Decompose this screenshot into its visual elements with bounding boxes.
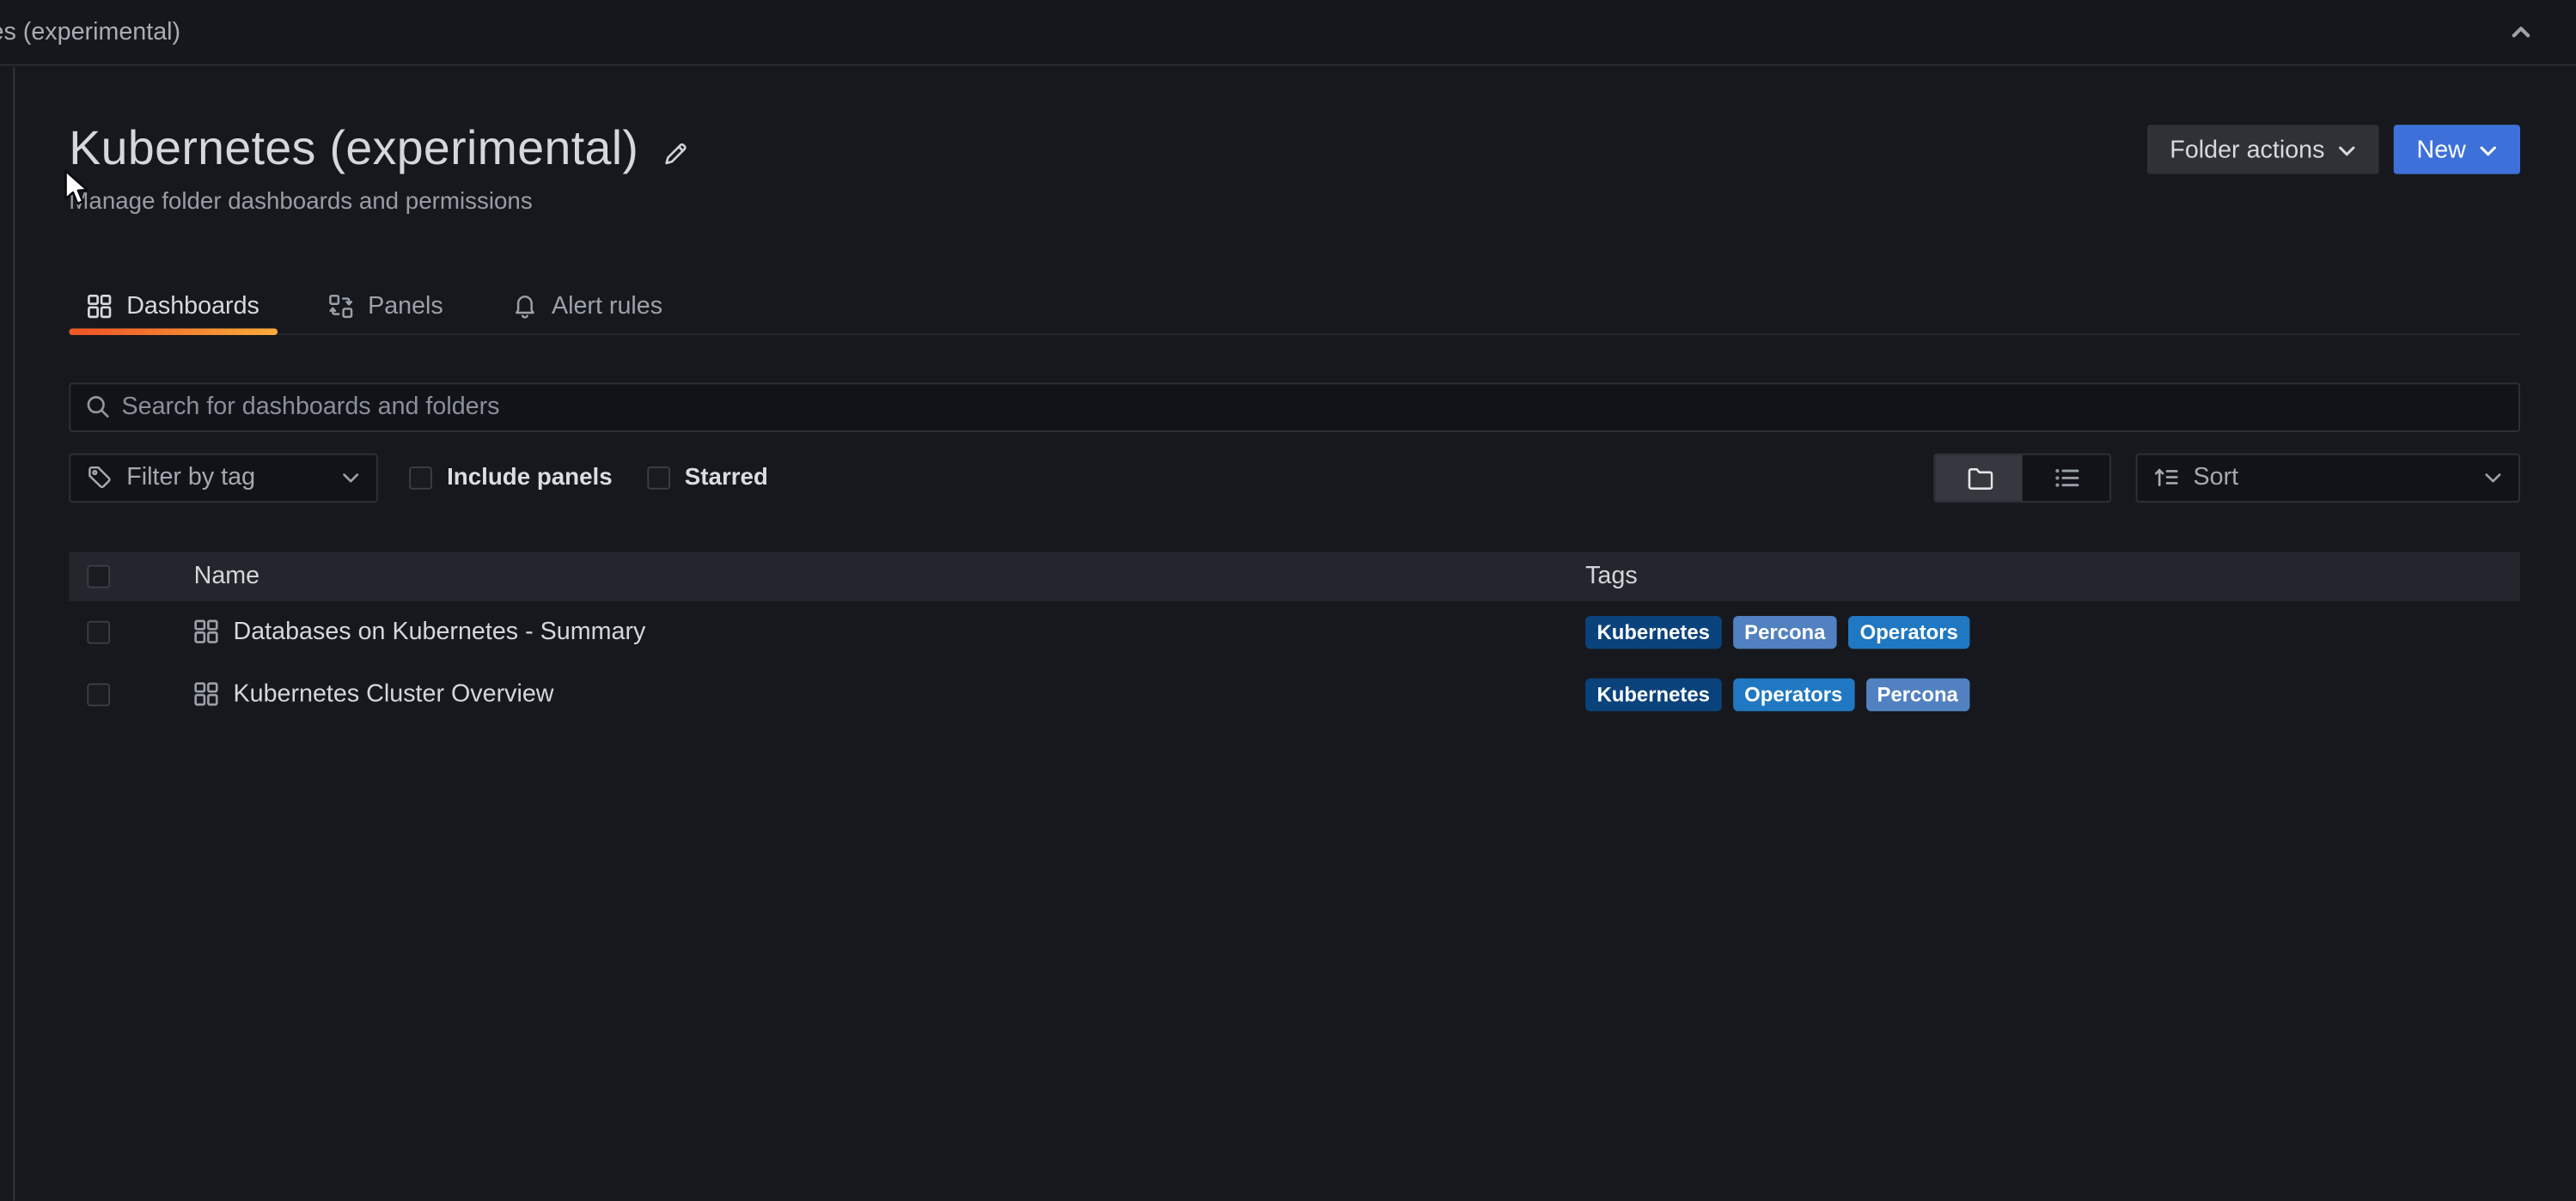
sort-icon <box>2154 466 2179 491</box>
tag-badge[interactable]: Operators <box>1848 616 1969 649</box>
breadcrumb[interactable]: es (experimental) <box>0 18 191 46</box>
tag-icon <box>87 466 112 491</box>
starred-option: Starred <box>647 465 768 491</box>
dashboard-name-link[interactable]: Kubernetes Cluster Overview <box>234 680 554 709</box>
grafana-folder-page: es (experimental) Kubernetes (experiment… <box>0 0 2576 1201</box>
tab-dashboards[interactable]: Dashboards <box>69 279 278 333</box>
tab-alert-rules-label: Alert rules <box>552 292 662 320</box>
top-bar: es (experimental) <box>0 0 2576 65</box>
tag-badge[interactable]: Operators <box>1733 678 1854 710</box>
pane-divider <box>13 67 15 1200</box>
folder-view-button[interactable] <box>1935 454 2022 501</box>
dashboard-icon <box>194 682 219 707</box>
breadcrumb-label: es (experimental) <box>0 18 180 46</box>
tab-panels-label: Panels <box>368 292 443 320</box>
tag-badge[interactable]: Percona <box>1733 616 1837 649</box>
include-panels-checkbox[interactable] <box>409 466 432 490</box>
chevron-down-icon <box>2338 143 2356 156</box>
sort-select[interactable]: Sort <box>2136 454 2520 503</box>
chevron-down-icon <box>2479 143 2497 156</box>
page-subtitle: Manage folder dashboards and permissions <box>69 189 689 216</box>
tag-filter-label: Filter by tag <box>126 464 255 492</box>
main-content: Kubernetes (experimental) Manage folder … <box>69 65 2520 725</box>
row-checkbox[interactable] <box>87 683 110 706</box>
table-header-row: Name Tags <box>69 552 2520 600</box>
search-input[interactable] <box>121 393 2503 422</box>
new-button[interactable]: New <box>2394 125 2520 174</box>
view-controls: Sort <box>1933 454 2520 503</box>
tab-bar: Dashboards Panels <box>69 279 2520 335</box>
tag-badge[interactable]: Kubernetes <box>1585 678 1721 710</box>
starred-label: Starred <box>685 465 768 491</box>
chevron-down-icon <box>2484 472 2502 485</box>
list-icon <box>2053 465 2079 491</box>
select-all-checkbox[interactable] <box>87 565 110 588</box>
folder-actions-label: Folder actions <box>2170 136 2324 164</box>
include-panels-option: Include panels <box>409 465 613 491</box>
active-tab-underline <box>69 328 278 335</box>
tab-alert-rules[interactable]: Alert rules <box>494 279 681 333</box>
apps-icon <box>87 294 112 319</box>
filter-row: Filter by tag Include panels Starred <box>69 454 2520 503</box>
tab-panels[interactable]: Panels <box>310 279 461 333</box>
page-title: Kubernetes (experimental) <box>69 125 638 177</box>
table-row[interactable]: Databases on Kubernetes - Summary Kubern… <box>69 601 2520 664</box>
tag-filter-select[interactable]: Filter by tag <box>69 454 377 503</box>
column-header-tags: Tags <box>1585 563 1638 591</box>
search-icon <box>85 395 110 420</box>
dashboard-name-link[interactable]: Databases on Kubernetes - Summary <box>234 619 646 647</box>
chevron-up-icon[interactable] <box>2509 20 2534 45</box>
search-box <box>69 382 2520 431</box>
folder-icon <box>1966 465 1993 491</box>
starred-checkbox[interactable] <box>647 466 670 490</box>
folder-actions-button[interactable]: Folder actions <box>2147 125 2379 174</box>
table-row[interactable]: Kubernetes Cluster Overview Kubernetes O… <box>69 663 2520 726</box>
tab-dashboards-label: Dashboards <box>126 292 259 320</box>
layout-toggle <box>1933 454 2110 503</box>
page-header: Kubernetes (experimental) Manage folder … <box>69 125 2520 215</box>
dashboards-table: Name Tags Databases on <box>69 552 2520 726</box>
header-actions: Folder actions New <box>2147 125 2520 174</box>
dashboard-icon <box>194 620 219 645</box>
sort-label: Sort <box>2194 464 2239 492</box>
include-panels-label: Include panels <box>447 465 613 491</box>
library-panel-icon <box>328 294 353 319</box>
row-checkbox[interactable] <box>87 621 110 644</box>
column-header-name: Name <box>194 563 260 591</box>
tag-badge[interactable]: Percona <box>1865 678 1969 710</box>
new-button-label: New <box>2417 136 2466 164</box>
bell-icon <box>512 294 537 319</box>
edit-title-icon[interactable] <box>662 139 690 168</box>
tag-badge[interactable]: Kubernetes <box>1585 616 1721 649</box>
list-view-button[interactable] <box>2023 454 2109 501</box>
chevron-down-icon <box>342 472 360 485</box>
